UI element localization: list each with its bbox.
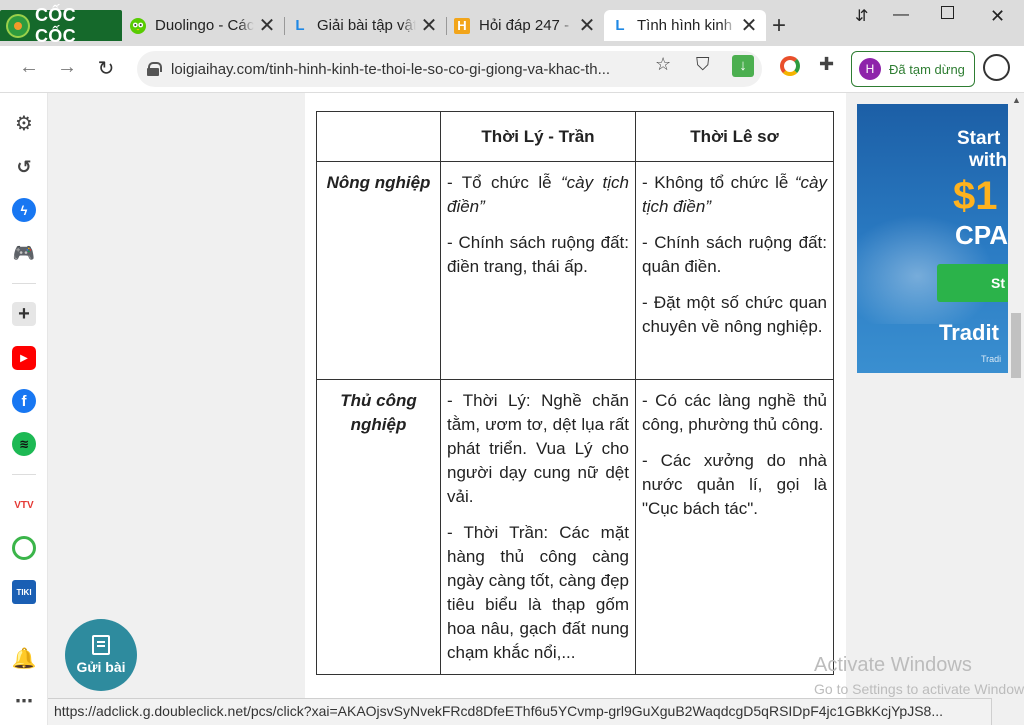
add-shortcut-icon[interactable]: + xyxy=(12,302,36,326)
close-icon[interactable]: ✕ xyxy=(420,13,438,38)
tab-hoi-dap[interactable]: H Hỏi đáp 247 - C ✕ xyxy=(446,10,604,41)
reload-button[interactable]: ↻ xyxy=(94,56,118,81)
scroll-up-arrow-icon[interactable]: ▲ xyxy=(1012,95,1021,105)
tab-strip: CỐC CỐC Duolingo - Các ✕ L Giải bài tập … xyxy=(0,0,1024,46)
cell-paragraph: - Không tổ chức lễ “cày tịch điền” xyxy=(642,173,827,216)
avatar: H xyxy=(859,58,881,80)
maximize-button[interactable] xyxy=(941,6,954,24)
tiki-icon[interactable]: TIKI xyxy=(12,580,36,604)
game-controller-icon[interactable]: 🎮 xyxy=(12,241,36,265)
tab-search-icon[interactable]: ⇵ xyxy=(855,6,868,26)
submit-post-label: Gửi bài xyxy=(76,659,126,675)
extensions-puzzle-icon[interactable]: ✚ xyxy=(819,54,834,75)
ad-price: $1 xyxy=(953,174,998,218)
page-scrollbar[interactable]: ▲ xyxy=(1008,93,1024,697)
tab-giai-bai-tap[interactable]: L Giải bài tập vật ✕ xyxy=(284,10,446,41)
minimize-button[interactable]: — xyxy=(893,6,909,24)
download-icon[interactable]: ↓ xyxy=(732,55,754,77)
L-icon: L xyxy=(615,17,625,34)
cell-paragraph: - Thời Trần: Các mặt hàng thủ công càng … xyxy=(447,523,629,662)
cell-paragraph: - Có các làng nghề thủ công, phường thủ … xyxy=(642,391,827,434)
history-icon[interactable]: ↺ xyxy=(12,155,36,179)
ad-cta-button[interactable]: St xyxy=(937,264,1008,302)
profile-status: Đã tạm dừng xyxy=(889,61,965,77)
coccoc-map-icon[interactable] xyxy=(12,536,36,560)
watermark-subtitle: Go to Settings to activate Windows. xyxy=(814,681,1024,697)
facebook-icon[interactable]: f xyxy=(12,389,36,413)
lock-icon xyxy=(147,62,162,76)
table-header-cell: Thời Lý - Trần xyxy=(440,111,636,162)
more-options-icon[interactable]: ⋯ xyxy=(12,689,36,713)
youtube-icon[interactable]: ▶ xyxy=(12,346,36,370)
cell-paragraph: - Chính sách ruộng đất: quân điền. xyxy=(642,233,827,276)
submit-post-button[interactable]: Gửi bài xyxy=(65,619,137,691)
close-icon[interactable]: ✕ xyxy=(578,13,596,38)
comparison-table: Thời Lý - Trần Thời Lê sơ Nông nghiệp - … xyxy=(316,111,834,675)
table-cell: - Có các làng nghề thủ công, phường thủ … xyxy=(635,379,834,675)
row-label: Thủ công nghiệp xyxy=(316,379,441,675)
forward-button[interactable]: → xyxy=(55,56,79,79)
table-cell: - Tổ chức lễ “cày tịch điền” - Chính sác… xyxy=(440,161,636,380)
cell-paragraph: - Tổ chức lễ “cày tịch điền” xyxy=(447,173,630,216)
browser-menu-icon[interactable] xyxy=(983,54,1010,81)
ad-text: Start xyxy=(957,128,1001,149)
adblock-shield-icon[interactable]: ⛉ xyxy=(696,54,710,75)
table-row: Nông nghiệp - Tổ chức lễ “cày tịch điền”… xyxy=(316,161,834,380)
row-label: Nông nghiệp xyxy=(316,161,441,380)
tab-title: Giải bài tập vật xyxy=(317,17,416,34)
table-cell: - Không tổ chức lễ “cày tịch điền” - Chí… xyxy=(635,161,834,380)
cell-paragraph: - Đặt một số chức quan chuyên về nông ng… xyxy=(642,293,827,336)
owl-icon xyxy=(130,17,146,34)
scrollbar-thumb[interactable] xyxy=(1011,313,1021,378)
watermark-title: Activate Windows xyxy=(814,654,972,676)
ad-text: with xyxy=(969,150,1007,171)
ad-text: CPA xyxy=(955,220,1008,250)
settings-gear-icon[interactable]: ⚙ xyxy=(12,111,36,135)
profile-button[interactable]: H Đã tạm dừng xyxy=(851,51,975,87)
table-row: Thủ công nghiệp - Thời Lý: Nghề chăn tằm… xyxy=(316,379,834,675)
close-window-button[interactable]: ✕ xyxy=(990,6,1005,27)
tab-title: Tình hình kinh xyxy=(637,17,733,34)
article-card: Thời Lý - Trần Thời Lê sơ Nông nghiệp - … xyxy=(305,93,846,725)
advertisement-banner[interactable]: Start with $1 CPA St Tradit Tradi xyxy=(857,104,1008,373)
vtv-go-icon[interactable]: VTV xyxy=(12,493,36,517)
browser-toolbar: ← → ↻ loigiaihay.com/tinh-hinh-kinh-te-t… xyxy=(0,46,1024,93)
coccoc-brand-button[interactable]: CỐC CỐC xyxy=(0,5,122,46)
back-button[interactable]: ← xyxy=(17,56,41,79)
close-icon[interactable]: ✕ xyxy=(740,13,758,38)
new-tab-button[interactable]: + xyxy=(772,12,786,40)
tab-title: Duolingo - Các xyxy=(155,17,254,34)
ad-text: Tradit xyxy=(939,320,999,345)
tab-tinh-hinh-kinh[interactable]: L Tình hình kinh ✕ xyxy=(604,10,766,41)
L-icon: L xyxy=(295,17,305,34)
table-header-cell xyxy=(316,111,441,162)
sidebar-divider xyxy=(12,283,36,284)
ad-small-text: Tradi xyxy=(981,354,1002,364)
table-header-row: Thời Lý - Trần Thời Lê sơ xyxy=(316,111,834,162)
cell-paragraph: - Thời Lý: Nghề chăn tằm, ươm tơ, dệt lụ… xyxy=(447,391,629,506)
cell-paragraph: - Chính sách ruộng đất: điền trang, thái… xyxy=(447,233,629,276)
H-icon: H xyxy=(454,17,470,34)
coccoc-logo-icon xyxy=(6,13,30,38)
url-text: loigiaihay.com/tinh-hinh-kinh-te-thoi-le… xyxy=(171,60,611,78)
cell-paragraph: - Các xưởng do nhà nước quản lí, gọi là … xyxy=(642,451,827,518)
bookmark-star-icon[interactable]: ☆ xyxy=(655,54,671,75)
tab-title: Hỏi đáp 247 - C xyxy=(479,17,574,34)
messenger-icon[interactable]: ϟ xyxy=(12,198,36,222)
sidebar: ⚙ ↺ ϟ 🎮 + ▶ f ≋ VTV TIKI 🔔 ⋯ xyxy=(0,93,48,725)
table-cell: - Thời Lý: Nghề chăn tằm, ươm tơ, dệt lụ… xyxy=(440,379,636,675)
brand-label: CỐC CỐC xyxy=(34,4,76,46)
notification-bell-icon[interactable]: 🔔 xyxy=(12,646,37,670)
table-header-cell: Thời Lê sơ xyxy=(635,111,834,162)
link-status-bar: https://adclick.g.doubleclick.net/pcs/cl… xyxy=(48,698,992,725)
close-icon[interactable]: ✕ xyxy=(258,13,276,38)
coccoc-extension-icon[interactable] xyxy=(780,56,800,76)
spotify-icon[interactable]: ≋ xyxy=(12,432,36,456)
tab-duolingo[interactable]: Duolingo - Các ✕ xyxy=(122,10,284,41)
windows-activation-watermark: Activate Windows Go to Settings to activ… xyxy=(814,654,1024,697)
document-edit-icon xyxy=(92,635,110,655)
sidebar-divider xyxy=(12,474,36,475)
